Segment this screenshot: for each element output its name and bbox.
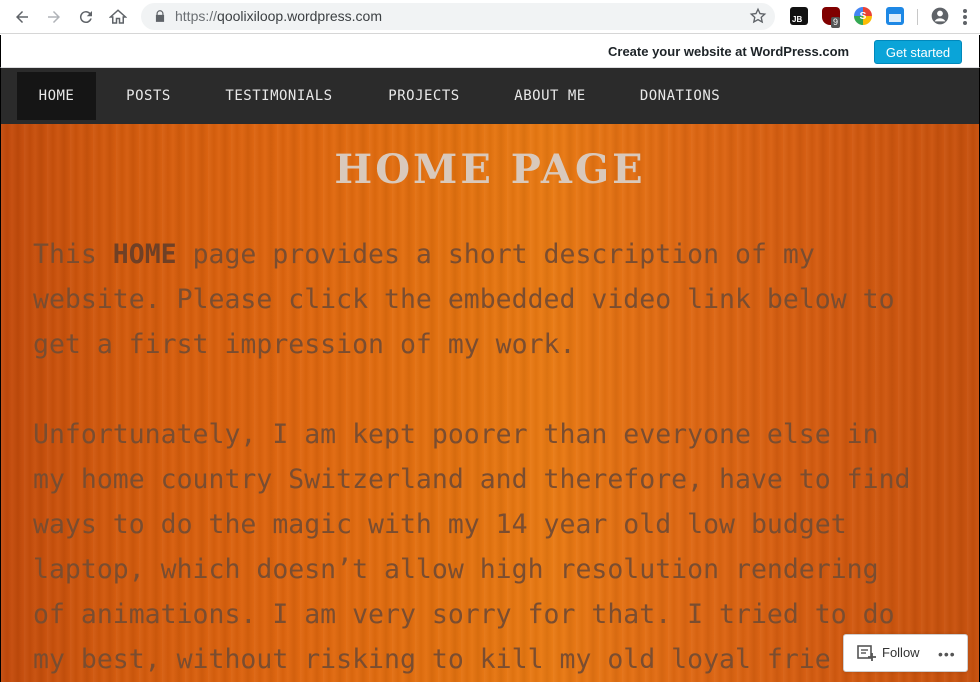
reload-icon (79, 11, 92, 24)
paragraph-line: ways to do the magic with my 14 year old… (33, 509, 847, 540)
more-options-icon[interactable]: ••• (938, 646, 956, 662)
browser-toolbar: https://qoolixiloop.wordpress.com JB 9 S (0, 0, 980, 34)
budget-paragraph: Unfortunately, I am kept poorer than eve… (33, 412, 911, 682)
menu-item-home[interactable]: HOME (17, 72, 96, 120)
follow-widget[interactable]: Follow ••• (843, 634, 968, 672)
jetbrains-extension-icon[interactable]: JB (790, 7, 808, 25)
get-started-button[interactable]: Get started (874, 40, 962, 64)
home-button[interactable] (106, 5, 130, 29)
menu-item-donations[interactable]: DONATIONS (625, 72, 735, 120)
site-menu: HOME POSTS TESTIMONIALS PROJECTS ABOUT M… (0, 68, 980, 124)
follow-label[interactable]: Follow (882, 645, 920, 660)
menu-item-about-me[interactable]: ABOUT ME (499, 72, 601, 120)
paragraph-line: my best, without risking to kill my old … (33, 644, 831, 675)
profile-avatar-icon[interactable] (930, 6, 950, 26)
intro-line-1: This HOME page provides a short descript… (33, 239, 815, 270)
menu-item-testimonials[interactable]: TESTIMONIALS (209, 72, 349, 120)
paragraph-line: of animations. I am very sorry for that.… (33, 599, 895, 630)
paragraph-line: laptop, which doesn’t allow high resolut… (33, 554, 879, 585)
paragraph-line: Unfortunately, I am kept poorer than eve… (33, 419, 879, 450)
paragraph-line: my home country Switzerland and therefor… (33, 464, 911, 495)
s-extension-icon[interactable]: S (854, 7, 872, 25)
address-bar[interactable]: https://qoolixiloop.wordpress.com (141, 3, 775, 30)
ublock-badge: 9 (831, 17, 841, 28)
lock-icon (155, 10, 165, 22)
browser-menu-icon[interactable] (958, 7, 972, 27)
page-content: HOME PAGE This HOME page provides a shor… (0, 124, 980, 682)
page-title: HOME PAGE (334, 146, 646, 193)
arrow-right-icon (48, 11, 60, 23)
intro-line-2: website. Please click the embedded video… (33, 284, 895, 315)
intro-paragraph: This HOME page provides a short descript… (33, 232, 895, 367)
home-icon (109, 9, 127, 24)
reload-button[interactable] (74, 5, 98, 29)
follow-reader-icon (857, 645, 876, 661)
toolbar-divider (917, 9, 918, 25)
bookmark-star-icon[interactable] (749, 7, 767, 25)
menu-item-posts[interactable]: POSTS (111, 72, 186, 120)
back-button[interactable] (10, 5, 34, 29)
intro-line-3: get a first impression of my work. (33, 329, 576, 360)
url-text: https://qoolixiloop.wordpress.com (175, 8, 382, 24)
wordpress-banner-text: Create your website at WordPress.com (608, 44, 850, 59)
arrow-left-icon (16, 11, 28, 23)
forward-button[interactable] (42, 5, 66, 29)
window-extension-icon[interactable] (886, 7, 904, 25)
wordpress-banner: Create your website at WordPress.com Get… (0, 35, 980, 68)
menu-item-projects[interactable]: PROJECTS (373, 72, 475, 120)
